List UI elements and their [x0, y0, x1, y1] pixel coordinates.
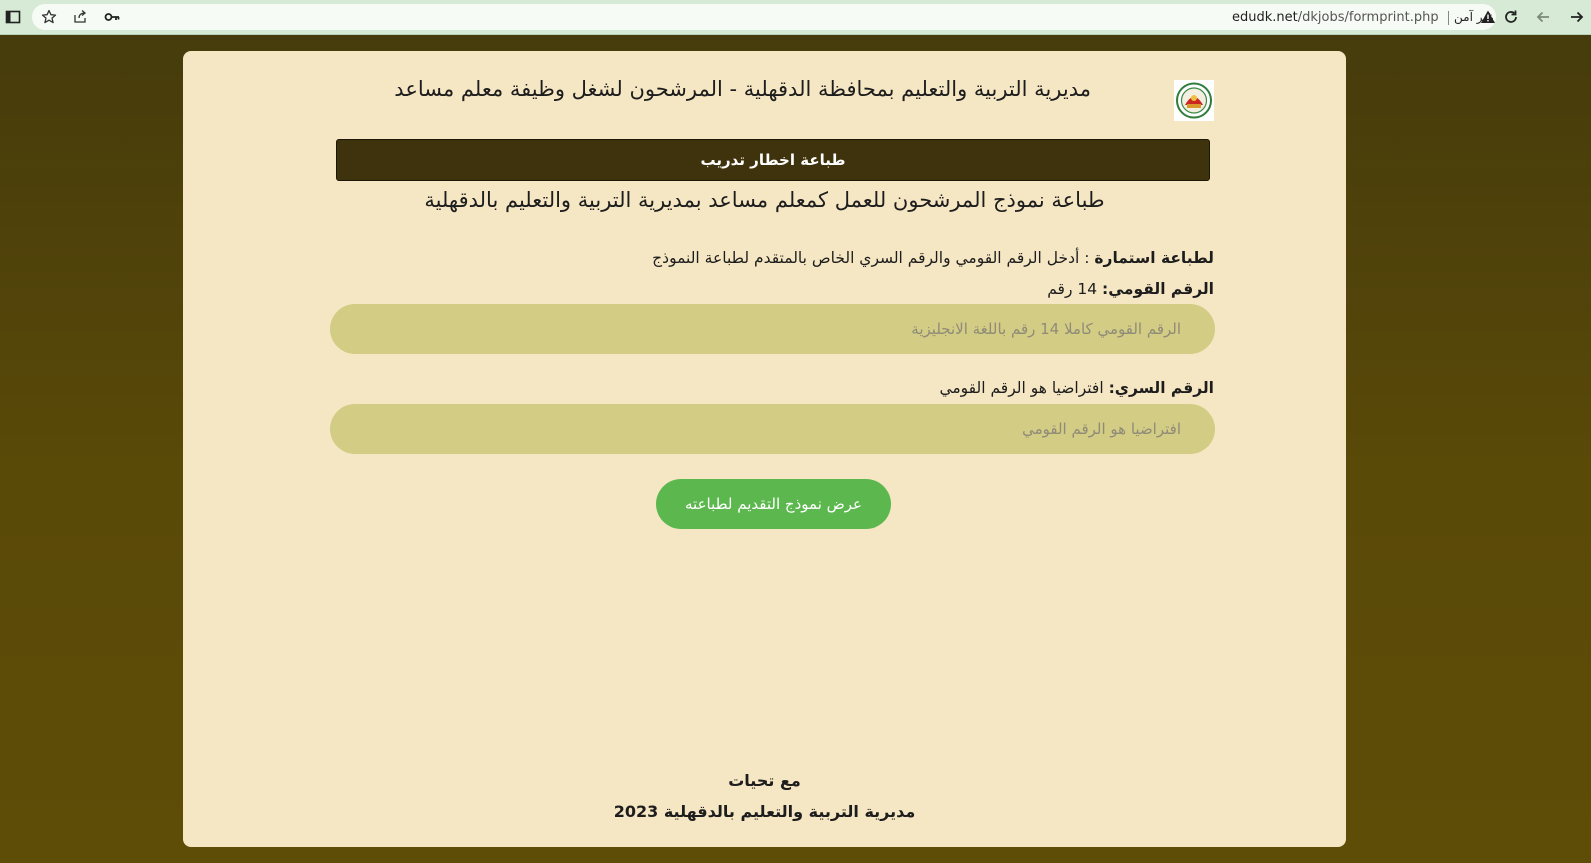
- instruction-row: لطباعة استمارة : أدخل الرقم القومي والرق…: [652, 249, 1214, 267]
- url-text[interactable]: edudk.net/dkjobs/formprint.php: [1232, 10, 1439, 25]
- show-form-button[interactable]: عرض نموذج التقديم لطباعته: [656, 479, 891, 529]
- url-host: edudk.net: [1232, 10, 1298, 25]
- national-id-hint: 14 رقم: [1047, 280, 1103, 298]
- forward-icon[interactable]: [1569, 9, 1585, 25]
- national-id-input[interactable]: [330, 304, 1215, 354]
- warning-icon[interactable]: [1480, 9, 1496, 25]
- sidebar-icon[interactable]: [5, 9, 21, 25]
- key-icon[interactable]: [104, 9, 120, 25]
- reload-icon[interactable]: [1503, 9, 1519, 25]
- national-id-label-row: الرقم القومي: 14 رقم: [1047, 280, 1214, 298]
- password-hint: افتراضيا هو الرقم القومي: [939, 379, 1109, 397]
- address-bar[interactable]: edudk.net/dkjobs/formprint.php غير آمن: [32, 4, 1496, 30]
- url-divider: [1448, 11, 1449, 25]
- browser-toolbar: edudk.net/dkjobs/formprint.php غير آمن: [0, 0, 1591, 35]
- print-notice-banner: طباعة اخطار تدريب: [336, 139, 1210, 181]
- instruction-label: لطباعة استمارة: [1094, 249, 1214, 267]
- password-input[interactable]: [330, 404, 1215, 454]
- back-icon[interactable]: [1535, 9, 1551, 25]
- form-card: مديرية التربية والتعليم بمحافظة الدقهلية…: [183, 51, 1346, 847]
- password-label-row: الرقم السري: افتراضيا هو الرقم القومي: [939, 379, 1214, 397]
- national-id-label: الرقم القومي:: [1102, 280, 1214, 298]
- footer-greeting: مع تحيات: [728, 771, 801, 790]
- page-subtitle: طباعة نموذج المرشحون للعمل كمعلم مساعد ب…: [424, 188, 1105, 212]
- share-icon[interactable]: [72, 9, 88, 25]
- instruction-text: : أدخل الرقم القومي والرقم السري الخاص ب…: [652, 249, 1095, 267]
- url-path: /dkjobs/formprint.php: [1297, 10, 1439, 25]
- footer-organization: مديرية التربية والتعليم بالدقهلية 2023: [613, 802, 916, 821]
- directorate-logo: [1174, 80, 1214, 121]
- star-icon[interactable]: [41, 9, 57, 25]
- password-label: الرقم السري:: [1108, 379, 1214, 397]
- page-title: مديرية التربية والتعليم بمحافظة الدقهلية…: [394, 77, 1091, 101]
